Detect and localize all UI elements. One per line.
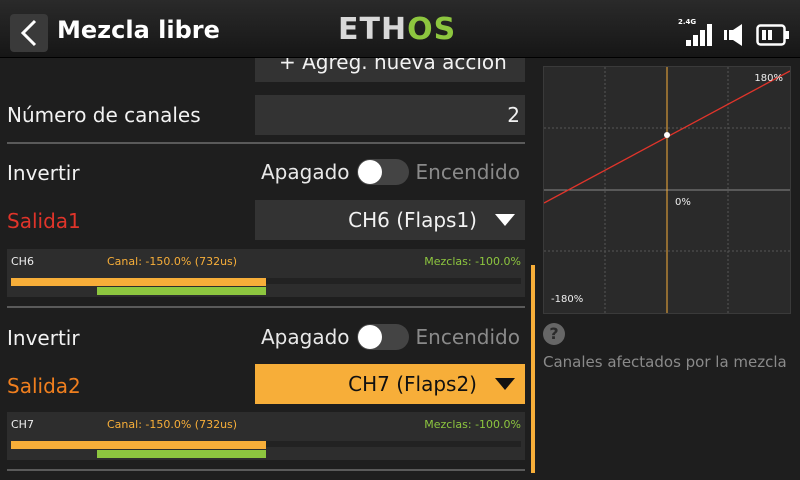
monitor-canal-value: Canal: -150.0% (732us) [107, 255, 238, 268]
dropdown-arrow-icon [495, 378, 515, 390]
toggle-knob [357, 325, 382, 349]
mix-curve-graph: 180% -180% 0% [543, 66, 791, 314]
monitor-canal-value: Canal: -150.0% (732us) [107, 418, 238, 431]
add-action-button[interactable]: + Agreg. nueva acción [255, 58, 525, 82]
question-icon[interactable]: ? [543, 323, 565, 345]
channel-monitor-1: CH6 Canal: -150.0% (732us) Mezclas: -100… [7, 249, 525, 297]
off-label: Apagado [261, 160, 350, 184]
scrollbar[interactable] [531, 265, 535, 473]
num-channels-label: Número de canales [7, 103, 201, 127]
monitor-channel: CH7 [11, 418, 34, 431]
on-label: Encendido [415, 325, 520, 349]
graph-max-label: 180% [754, 73, 783, 84]
invert-label-1: Invertir [7, 161, 80, 185]
graph-zero-label: 0% [675, 197, 691, 208]
output-select-1[interactable]: CH6 (Flaps1) [255, 200, 525, 240]
divider [7, 142, 525, 144]
num-channels-field[interactable]: 2 [255, 95, 525, 135]
canal-bar [11, 441, 266, 449]
signal-strength-icon [686, 24, 712, 46]
output-label-1: Salida1 [7, 209, 81, 233]
dropdown-arrow-icon [495, 214, 515, 226]
help-text: Canales afectados por la mezcla [543, 353, 787, 371]
curve-point [664, 132, 670, 138]
monitor-channel: CH6 [11, 255, 34, 268]
divider [7, 469, 525, 471]
speaker-icon [724, 24, 742, 46]
header-bar: Mezcla libre ETHOS 2.4G [0, 0, 800, 58]
toggle-switch[interactable] [356, 159, 409, 185]
mix-bar [97, 450, 266, 458]
monitor-mix-value: Mezclas: -100.0% [424, 255, 521, 268]
monitor-mix-value: Mezclas: -100.0% [424, 418, 521, 431]
status-icons [686, 18, 790, 46]
on-label: Encendido [415, 160, 520, 184]
output-select-2[interactable]: CH7 (Flaps2) [255, 364, 525, 404]
invert-label-2: Invertir [7, 326, 80, 350]
output-label-2: Salida2 [7, 374, 81, 398]
graph-min-label: -180% [551, 294, 584, 305]
chevron-left-icon [20, 19, 37, 47]
off-label: Apagado [261, 325, 350, 349]
canal-bar [11, 278, 266, 286]
ethos-logo: ETHOS [338, 12, 457, 47]
channel-monitor-2: CH7 Canal: -150.0% (732us) Mezclas: -100… [7, 412, 525, 460]
mix-bar [97, 287, 266, 295]
back-button[interactable] [10, 14, 48, 52]
invert-toggle-1[interactable]: Apagado Encendido [261, 159, 520, 185]
page-title: Mezcla libre [57, 16, 220, 44]
divider [7, 306, 525, 308]
toggle-switch[interactable] [356, 324, 409, 350]
invert-toggle-2[interactable]: Apagado Encendido [261, 324, 520, 350]
curve-svg [544, 67, 790, 313]
battery-icon [756, 24, 789, 46]
toggle-knob [357, 160, 382, 184]
